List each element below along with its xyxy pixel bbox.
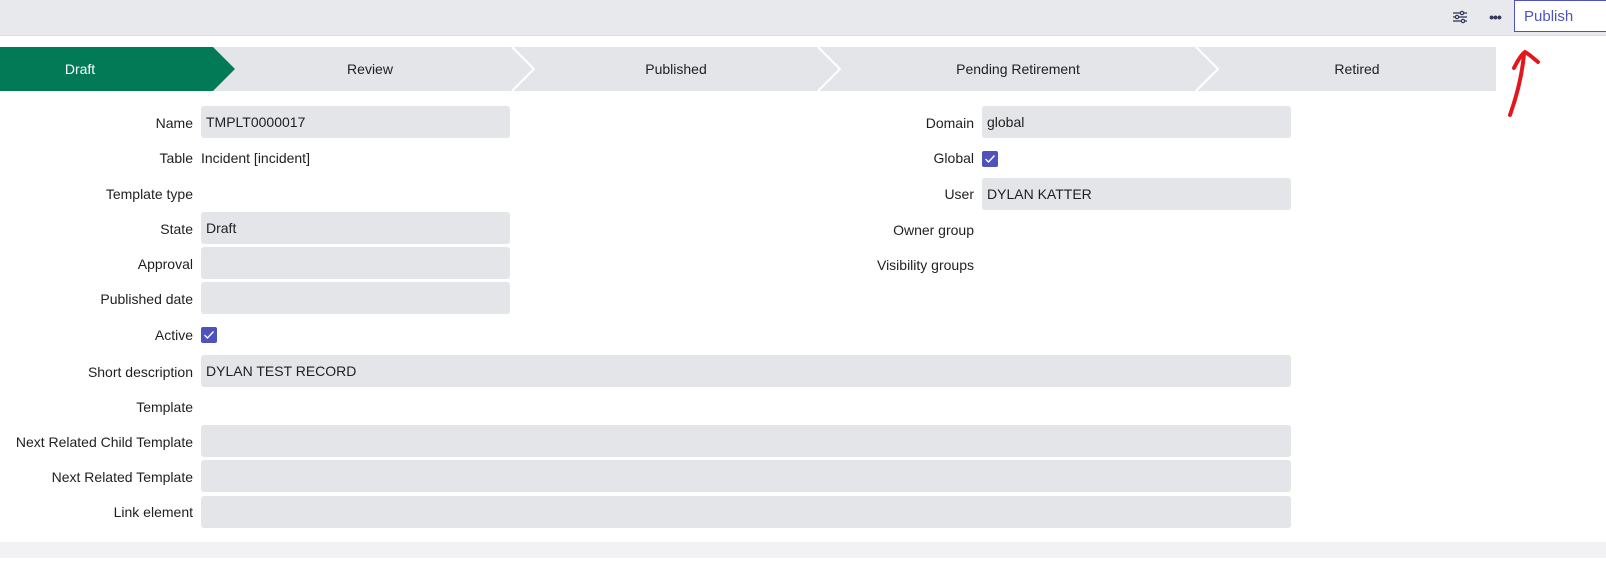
stage-published: Published — [645, 61, 707, 77]
visibility-groups-label: Visibility groups — [876, 257, 974, 273]
next-related-template-field[interactable] — [201, 460, 1291, 492]
table-value: Incident [incident] — [201, 150, 310, 166]
footer-strip — [0, 542, 1606, 558]
annotation-arrow-icon — [1508, 49, 1540, 117]
active-checkbox[interactable] — [201, 327, 217, 343]
short-description-field[interactable]: DYLAN TEST RECORD — [201, 355, 1291, 387]
template-type-label: Template type — [105, 186, 193, 202]
published-date-field[interactable] — [201, 282, 510, 314]
top-toolbar: ••• Publish — [0, 0, 1606, 36]
state-field[interactable]: Draft — [201, 212, 510, 244]
user-label: User — [944, 186, 974, 202]
check-icon — [204, 331, 215, 340]
global-checkbox[interactable] — [982, 151, 998, 167]
stage-pending-retirement: Pending Retirement — [956, 61, 1080, 77]
domain-label: Domain — [925, 115, 974, 131]
active-label: Active — [154, 327, 193, 343]
stage-progress-bar: Draft Review Published Pending Retiremen… — [0, 47, 1496, 91]
state-label: State — [160, 221, 193, 237]
check-icon — [985, 155, 996, 164]
table-label: Table — [159, 150, 193, 166]
template-label: Template — [136, 399, 193, 415]
sliders-icon[interactable] — [1447, 6, 1473, 28]
published-date-label: Published date — [100, 291, 193, 307]
stage-review: Review — [347, 61, 393, 77]
approval-label: Approval — [137, 256, 193, 272]
global-label: Global — [933, 150, 974, 166]
domain-field[interactable]: global — [982, 106, 1291, 138]
owner-group-label: Owner group — [893, 222, 974, 238]
name-label: Name — [155, 115, 193, 131]
short-description-label: Short description — [87, 364, 193, 380]
user-field[interactable]: DYLAN KATTER — [982, 178, 1291, 210]
next-related-template-label: Next Related Template — [51, 469, 193, 485]
stage-retired: Retired — [1334, 61, 1380, 77]
next-related-child-template-label: Next Related Child Template — [15, 434, 193, 450]
ellipsis-icon[interactable]: ••• — [1482, 6, 1508, 28]
next-related-child-template-field[interactable] — [201, 425, 1291, 457]
approval-field[interactable] — [201, 247, 510, 279]
name-field[interactable]: TMPLT0000017 — [201, 106, 510, 138]
link-element-field[interactable] — [201, 496, 1291, 528]
stage-draft: Draft — [64, 61, 96, 77]
link-element-label: Link element — [113, 504, 193, 520]
publish-button[interactable]: Publish — [1514, 0, 1606, 32]
